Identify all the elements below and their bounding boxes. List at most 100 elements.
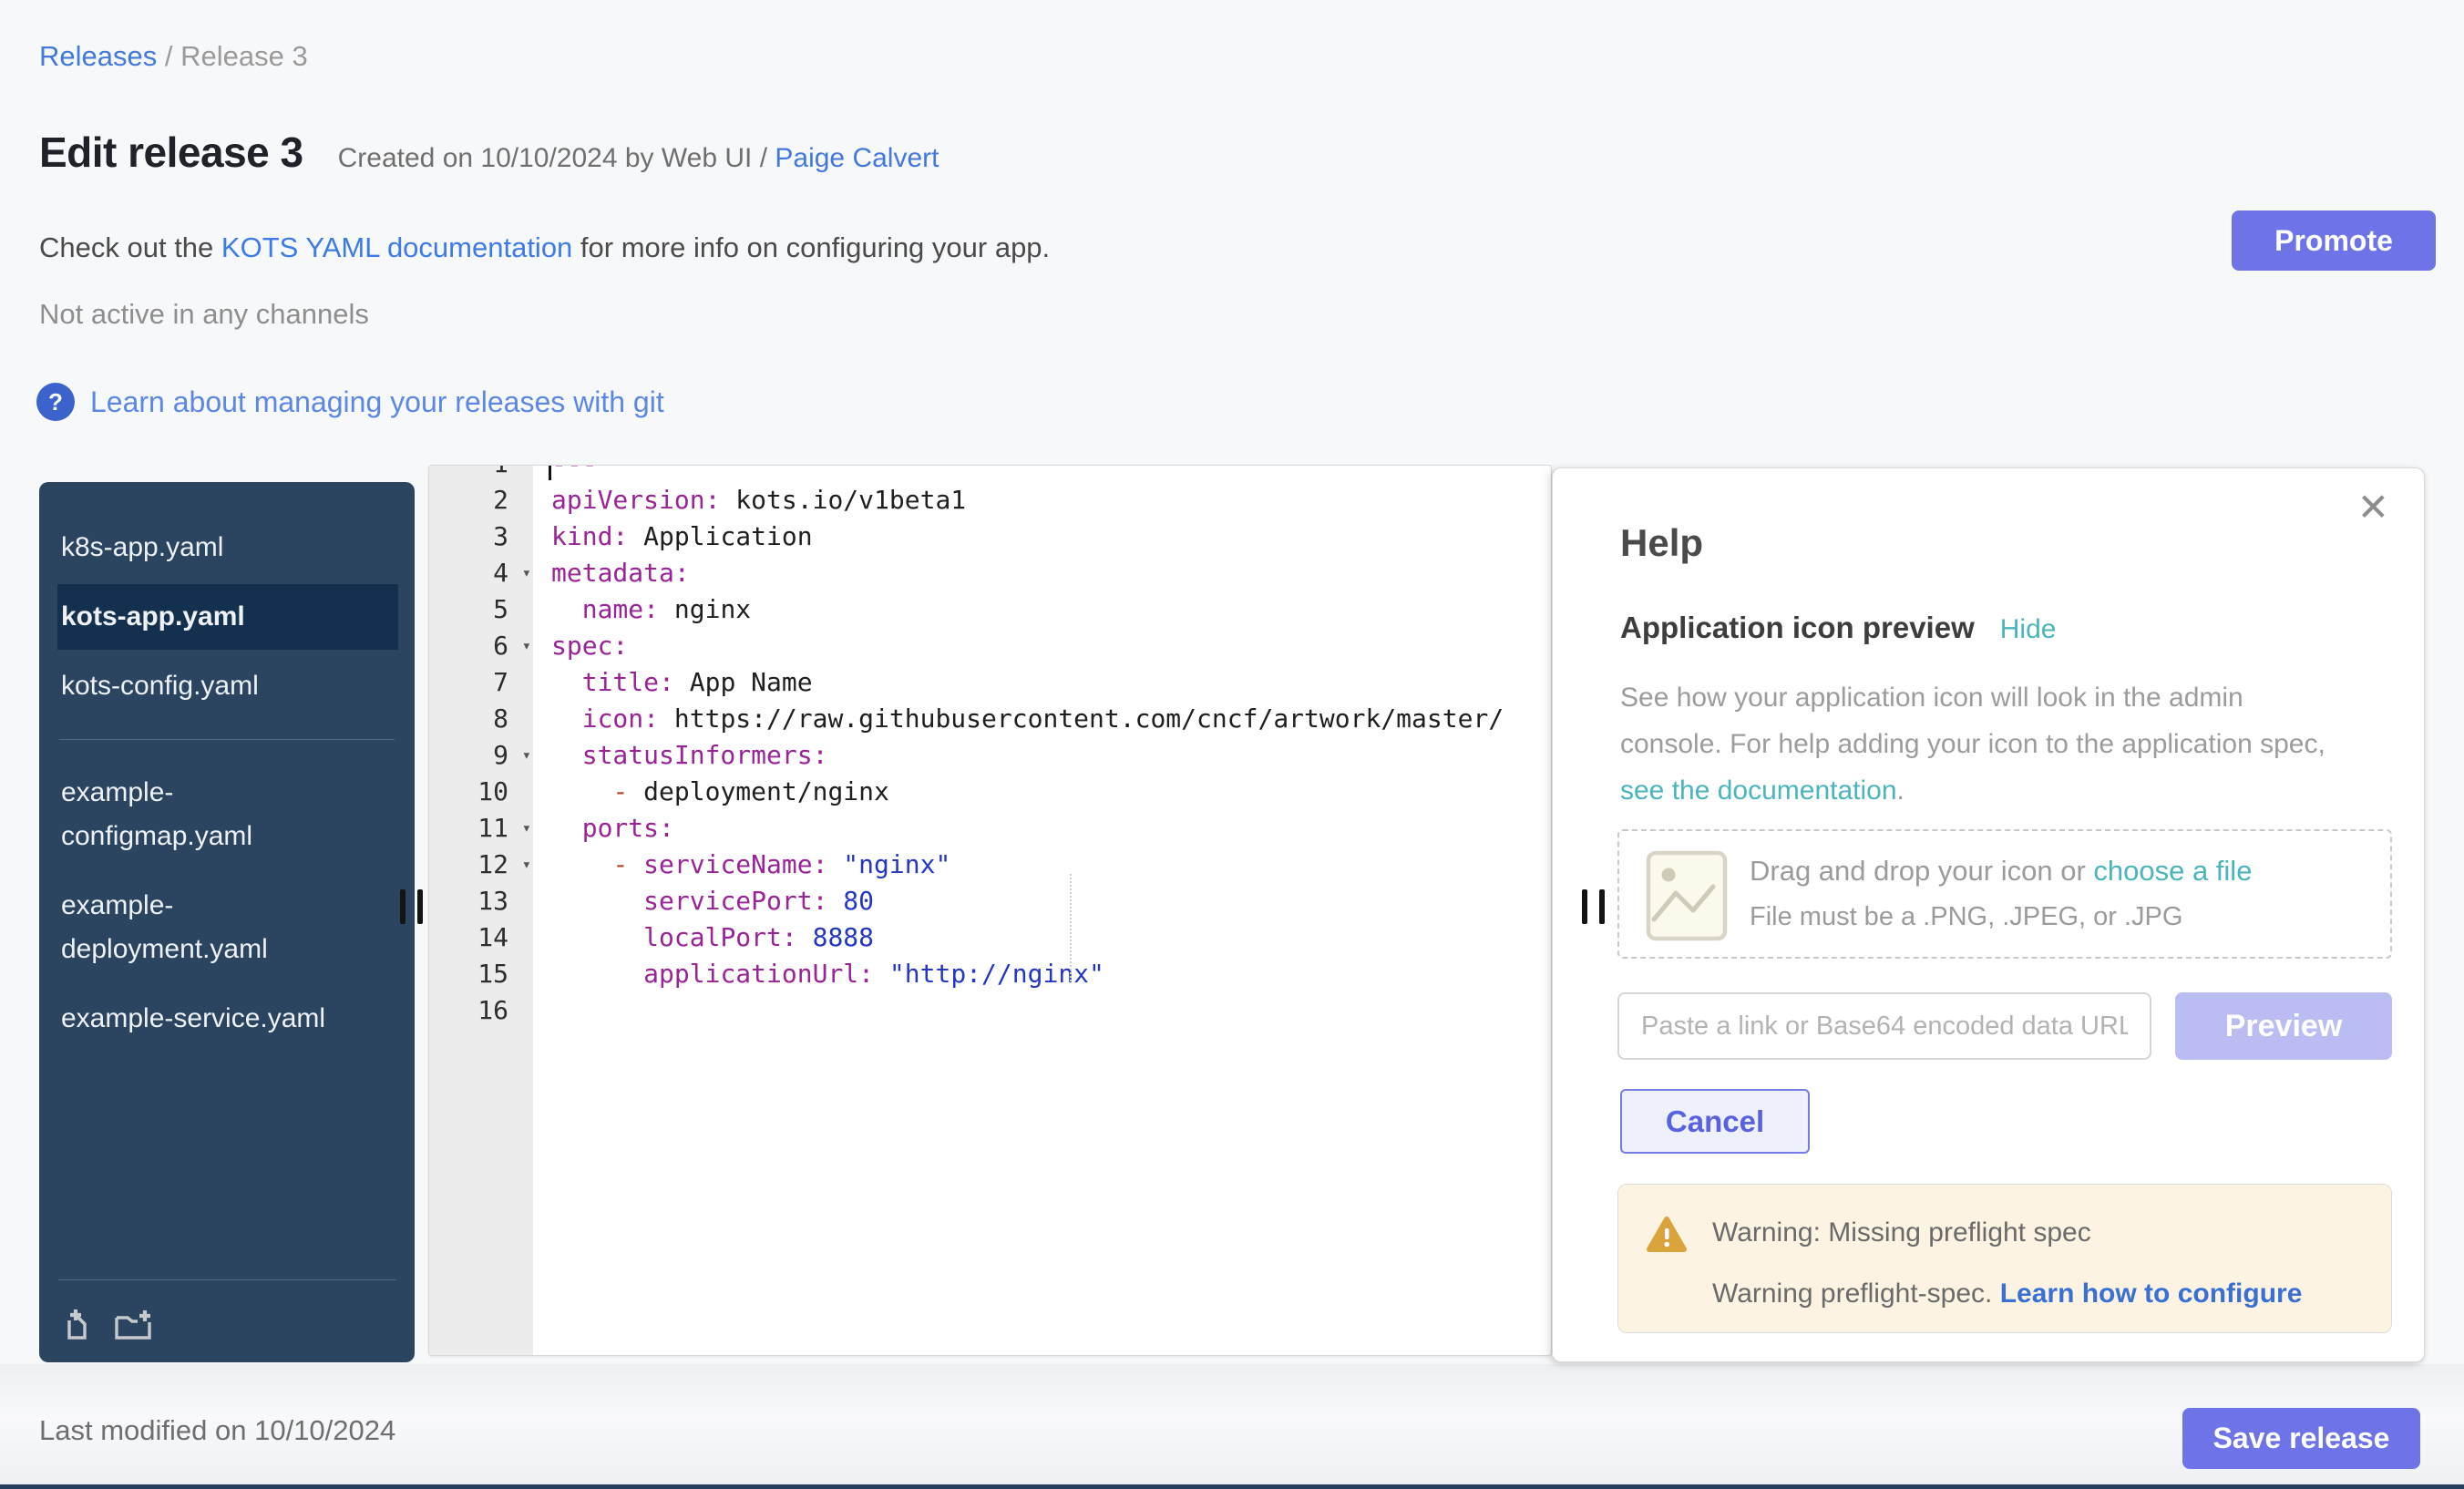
- warning-triangle-icon: [1646, 1216, 1688, 1258]
- preview-button[interactable]: Preview: [2175, 992, 2392, 1060]
- code-line[interactable]: 11▾ ports:: [429, 810, 1551, 847]
- pane-resize-handle-right[interactable]: [1582, 889, 1613, 926]
- code-text: apiVersion: kots.io/v1beta1: [533, 482, 1551, 519]
- line-number: 13: [429, 883, 533, 919]
- line-number: 3: [429, 519, 533, 555]
- file-tree-item[interactable]: example-service.yaml: [57, 986, 398, 1052]
- hide-link[interactable]: Hide: [2000, 614, 2057, 645]
- line-number: 5: [429, 591, 533, 628]
- file-tree-divider: [58, 1279, 396, 1280]
- description-line-3: see the documentation.: [1620, 767, 2325, 814]
- dropzone-file-types: File must be a .PNG, .JPEG, or .JPG: [1750, 902, 2182, 932]
- code-line[interactable]: 2apiVersion: kots.io/v1beta1: [429, 482, 1551, 519]
- fold-arrow-icon[interactable]: ▾: [522, 628, 531, 664]
- see-documentation-link[interactable]: see the documentation: [1620, 775, 1897, 806]
- code-line[interactable]: 15 applicationUrl: "http://nginx": [429, 956, 1551, 992]
- description-line-1: See how your application icon will look …: [1620, 674, 2325, 721]
- save-release-button[interactable]: Save release: [2182, 1408, 2420, 1469]
- icon-url-input[interactable]: [1617, 992, 2151, 1060]
- line-number: 10: [429, 774, 533, 810]
- file-tree-item[interactable]: kots-app.yaml: [57, 584, 398, 650]
- file-tree-item[interactable]: kots-config.yaml: [57, 653, 398, 719]
- breadcrumb-current: Release 3: [180, 40, 308, 72]
- git-help-row: ? Learn about managing your releases wit…: [36, 383, 664, 421]
- docs-prefix: Check out the: [39, 231, 221, 263]
- code-line[interactable]: 10 - deployment/nginx: [429, 774, 1551, 810]
- add-folder-icon[interactable]: [113, 1308, 153, 1342]
- line-number: 12▾: [429, 847, 533, 883]
- code-text: servicePort: 80: [533, 883, 1551, 919]
- fold-arrow-icon[interactable]: ▾: [522, 737, 531, 774]
- code-text: statusInformers:: [533, 737, 1551, 774]
- last-modified-text: Last modified on 10/10/2024: [39, 1414, 395, 1447]
- line-number: 7: [429, 664, 533, 701]
- breadcrumb-releases-link[interactable]: Releases: [39, 40, 157, 72]
- code-line[interactable]: 16: [429, 992, 1551, 1029]
- line-number: 6▾: [429, 628, 533, 664]
- docs-line: Check out the KOTS YAML documentation fo…: [39, 231, 1050, 264]
- line-number: 1: [429, 465, 533, 482]
- configure-preflight-link[interactable]: Learn how to configure: [2000, 1278, 2303, 1309]
- code-line[interactable]: 12▾ - serviceName: "nginx": [429, 847, 1551, 883]
- code-text: kind: Application: [533, 519, 1551, 555]
- breadcrumb-separator: /: [165, 40, 180, 72]
- git-releases-link[interactable]: Learn about managing your releases with …: [90, 385, 664, 419]
- docs-suffix: for more info on configuring your app.: [572, 231, 1050, 263]
- code-line[interactable]: 5 name: nginx: [429, 591, 1551, 628]
- file-tree-separator: [59, 739, 395, 740]
- code-line[interactable]: 4▾metadata:: [429, 555, 1551, 591]
- bottom-accent-bar: [0, 1484, 2464, 1489]
- line-number: 2: [429, 482, 533, 519]
- dropzone-text: Drag and drop your icon or choose a file: [1750, 855, 2252, 888]
- code-text: title: App Name: [533, 664, 1551, 701]
- image-placeholder-icon: [1646, 850, 1728, 946]
- code-line[interactable]: 13 servicePort: 80: [429, 883, 1551, 919]
- created-author-link[interactable]: Paige Calvert: [775, 143, 939, 173]
- code-text: name: nginx: [533, 591, 1551, 628]
- code-line[interactable]: 9▾ statusInformers:: [429, 737, 1551, 774]
- line-number: 14: [429, 919, 533, 956]
- yaml-editor[interactable]: 1---2apiVersion: kots.io/v1beta13kind: A…: [428, 465, 1552, 1356]
- code-text: spec:: [533, 628, 1551, 664]
- choose-file-link[interactable]: choose a file: [2093, 855, 2252, 887]
- kots-yaml-docs-link[interactable]: KOTS YAML documentation: [221, 231, 572, 263]
- file-tree-item[interactable]: example-configmap.yaml: [57, 760, 398, 869]
- add-file-icon[interactable]: [60, 1308, 95, 1342]
- pane-resize-handle-left[interactable]: [400, 889, 431, 926]
- icon-preview-heading: Application icon preview: [1620, 611, 1975, 645]
- line-number: 8: [429, 701, 533, 737]
- breadcrumb: Releases / Release 3: [39, 40, 308, 73]
- line-number: 11▾: [429, 810, 533, 847]
- code-text: icon: https://raw.githubusercontent.com/…: [533, 701, 1551, 737]
- promote-button[interactable]: Promote: [2232, 211, 2436, 271]
- code-line[interactable]: 8 icon: https://raw.githubusercontent.co…: [429, 701, 1551, 737]
- code-line[interactable]: 3kind: Application: [429, 519, 1551, 555]
- line-number: 9▾: [429, 737, 533, 774]
- code-line[interactable]: 1---: [429, 465, 1551, 482]
- description-line-2: console. For help adding your icon to th…: [1620, 721, 2325, 767]
- file-tree-item[interactable]: example-deployment.yaml: [57, 873, 398, 982]
- channels-note: Not active in any channels: [39, 298, 369, 331]
- code-text: ---: [533, 465, 1551, 482]
- fold-arrow-icon[interactable]: ▾: [522, 555, 531, 591]
- file-tree-panel: k8s-app.yamlkots-app.yamlkots-config.yam…: [39, 482, 415, 1362]
- cancel-button[interactable]: Cancel: [1620, 1089, 1810, 1154]
- help-panel: ✕ Help Application icon preview Hide See…: [1552, 467, 2425, 1362]
- editor-lines: 1---2apiVersion: kots.io/v1beta13kind: A…: [429, 465, 1551, 1029]
- text-cursor: [549, 465, 551, 480]
- code-line[interactable]: 14 localPort: 8888: [429, 919, 1551, 956]
- icon-dropzone[interactable]: Drag and drop your icon or choose a file…: [1617, 829, 2392, 959]
- fold-arrow-icon[interactable]: ▾: [522, 810, 531, 847]
- created-meta: Created on 10/10/2024 by Web UI / Paige …: [338, 143, 939, 174]
- fold-arrow-icon[interactable]: ▾: [522, 847, 531, 883]
- warning-title: Warning: Missing preflight spec: [1712, 1217, 2091, 1248]
- code-text: [533, 992, 1551, 1029]
- file-tree-item[interactable]: k8s-app.yaml: [57, 515, 398, 580]
- code-line[interactable]: 7 title: App Name: [429, 664, 1551, 701]
- warning-detail: Warning preflight-spec. Learn how to con…: [1712, 1278, 2302, 1309]
- help-panel-title: Help: [1620, 521, 1703, 565]
- preflight-warning-box: Warning: Missing preflight spec Warning …: [1617, 1184, 2392, 1333]
- code-line[interactable]: 6▾spec:: [429, 628, 1551, 664]
- close-icon[interactable]: ✕: [2357, 488, 2389, 527]
- title-row: Edit release 3 Created on 10/10/2024 by …: [39, 128, 939, 177]
